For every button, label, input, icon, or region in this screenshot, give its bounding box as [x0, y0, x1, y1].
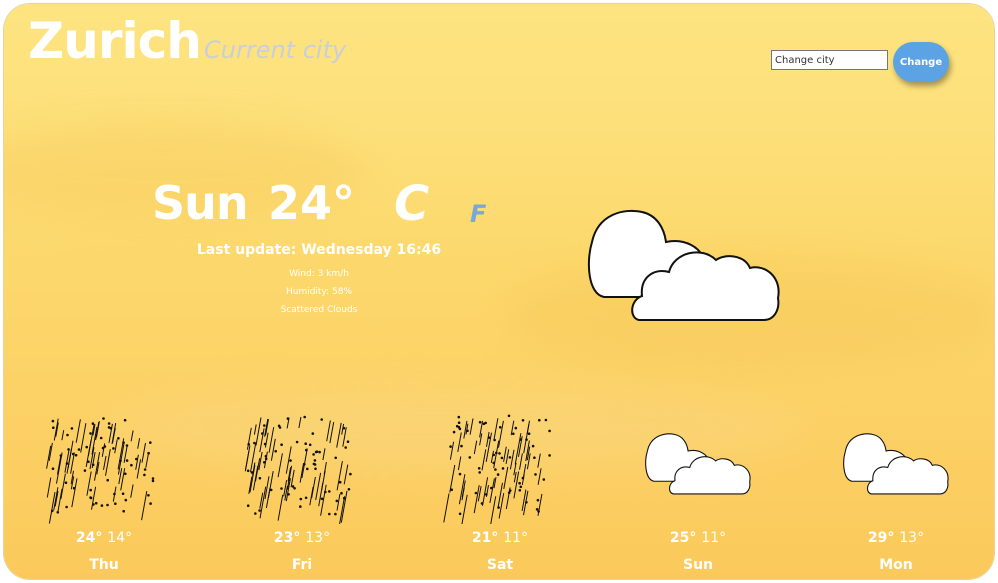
celsius-toggle[interactable]: C	[394, 176, 429, 232]
humidity-info: Humidity: 58%	[285, 287, 353, 297]
forecast-temps: 25° 11°	[638, 530, 758, 546]
current-city-label: Current city	[204, 36, 347, 64]
forecast-high: 21°	[471, 530, 499, 546]
forecast-temps: 23° 13°	[242, 530, 362, 546]
forecast-high: 24°	[75, 530, 103, 546]
forecast-day-label: Sat	[486, 557, 514, 573]
forecast-day-mon: 29° 13° Mon	[836, 409, 956, 579]
forecast-low: 11°	[503, 530, 529, 546]
forecast-day-label: Sun	[682, 557, 714, 573]
current-day: Sun	[152, 176, 249, 230]
forecast-low: 11°	[701, 530, 727, 546]
forecast-day-label: Thu	[89, 557, 119, 573]
forecast-high: 23°	[273, 530, 301, 546]
forecast-temps: 21° 11°	[440, 530, 560, 546]
rain-icon	[443, 414, 551, 524]
forecast-low: 13°	[305, 530, 331, 546]
fahrenheit-toggle[interactable]: F	[470, 200, 486, 228]
forecast-day-label: Mon	[879, 557, 913, 573]
current-temperature: 24°	[268, 176, 356, 230]
wind-info: Wind: 3 km/h	[289, 269, 349, 279]
forecast-low: 14°	[107, 530, 133, 546]
forecast-temps: 24° 14°	[44, 530, 164, 546]
change-city-button[interactable]: Change	[893, 42, 949, 82]
forecast-low: 13°	[899, 530, 925, 546]
forecast-temps: 29° 13°	[836, 530, 956, 546]
forecast-day-label: Fri	[291, 557, 313, 573]
forecast-day-thu: 24° 14° Thu	[44, 409, 164, 579]
forecast-day-sun: 25° 11° Sun	[638, 409, 758, 579]
clouds-icon	[843, 433, 949, 495]
rain-icon	[244, 415, 352, 524]
city-name: Zurich	[28, 12, 202, 70]
last-update: Last update: Wednesday 16:46	[196, 242, 442, 258]
forecast-high: 29°	[867, 530, 895, 546]
forecast-day-sat: 21° 11° Sat	[440, 409, 560, 579]
rain-icon	[46, 417, 155, 524]
forecast-high: 25°	[669, 530, 697, 546]
weather-card: Zurich Current city Change Sun 24° C F L…	[4, 4, 994, 579]
clouds-icon	[645, 433, 751, 495]
scattered-clouds-icon	[584, 202, 784, 327]
city-search-input[interactable]	[771, 50, 888, 70]
description-info: Scattered Clouds	[280, 305, 358, 315]
forecast-day-fri: 23° 13° Fri	[242, 409, 362, 579]
